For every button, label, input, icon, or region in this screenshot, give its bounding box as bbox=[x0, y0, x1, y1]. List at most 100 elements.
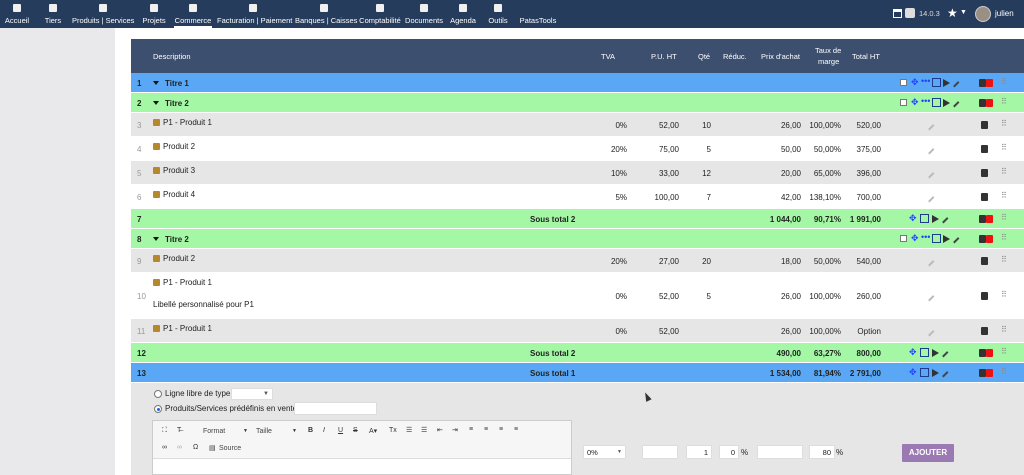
source-button[interactable]: Source bbox=[219, 445, 241, 452]
edit-pencil-icon[interactable] bbox=[924, 291, 935, 302]
drag-grip-icon[interactable]: ⠿ bbox=[1001, 325, 1007, 334]
delete-trash-icon[interactable] bbox=[981, 292, 988, 300]
play-icon[interactable] bbox=[932, 369, 939, 377]
table-row[interactable]: 7 Sous total 2 1 044,00 90,71% 1 991,00 … bbox=[131, 209, 1024, 229]
drag-grip-icon[interactable]: ⠿ bbox=[1001, 367, 1007, 376]
margin-input[interactable]: 80 bbox=[809, 445, 835, 459]
drag-grip-icon[interactable]: ⠿ bbox=[1001, 167, 1007, 176]
move-icon[interactable]: ✥ bbox=[911, 77, 919, 88]
more-dots-icon[interactable]: ••• bbox=[921, 232, 930, 242]
table-row[interactable]: 11 P1 - Produit 1 0% 52,00 26,00 100,00%… bbox=[131, 319, 1024, 343]
edit-pencil-icon[interactable] bbox=[924, 168, 935, 179]
purchase-price-input[interactable] bbox=[757, 445, 803, 459]
menu-outils[interactable]: Outils bbox=[485, 0, 511, 28]
align-justify-icon[interactable]: ≡ bbox=[514, 426, 518, 433]
delete-trash-icon[interactable] bbox=[979, 235, 986, 243]
delete-all-trash-icon[interactable] bbox=[986, 99, 993, 107]
unit-price-input[interactable] bbox=[642, 445, 678, 459]
edit-pencil-icon[interactable] bbox=[924, 144, 935, 155]
edit-pencil-icon[interactable] bbox=[924, 326, 935, 337]
edit-pencil-icon[interactable] bbox=[938, 213, 949, 224]
format-dropdown[interactable]: Format bbox=[203, 428, 225, 435]
move-icon[interactable]: ✥ bbox=[911, 97, 919, 108]
square-icon[interactable] bbox=[920, 368, 929, 377]
align-center-icon[interactable]: ≡ bbox=[484, 426, 488, 433]
edit-pencil-icon[interactable] bbox=[938, 367, 949, 378]
remove-format-icon[interactable]: T̶ bbox=[177, 427, 181, 434]
unlink-icon[interactable]: ∞ bbox=[177, 444, 182, 451]
move-icon[interactable]: ✥ bbox=[909, 213, 917, 224]
description-editor[interactable]: ⛶ T̶ Format ▼ Taille ▼ B I U S A▾ Tx ☰ ☰… bbox=[152, 420, 572, 475]
edit-pencil-icon[interactable] bbox=[938, 347, 949, 358]
add-button[interactable]: AJOUTER bbox=[902, 444, 954, 462]
delete-trash-icon[interactable] bbox=[981, 169, 988, 177]
drag-grip-icon[interactable]: ⠿ bbox=[1001, 290, 1007, 299]
edit-pencil-icon[interactable] bbox=[949, 97, 960, 108]
drag-grip-icon[interactable]: ⠿ bbox=[1001, 77, 1007, 86]
radio-free-line[interactable] bbox=[154, 390, 162, 398]
avatar[interactable] bbox=[975, 6, 991, 22]
bookmark-star-icon[interactable]: ★ bbox=[947, 6, 958, 20]
free-line-type-select[interactable]: ▼ bbox=[231, 388, 273, 400]
table-row[interactable]: 1 Titre 1 ✥ ••• ⠿ bbox=[131, 73, 1024, 93]
delete-trash-icon[interactable] bbox=[981, 257, 988, 265]
source-icon[interactable]: ▤ bbox=[209, 444, 216, 452]
menu-documents[interactable]: Documents bbox=[405, 0, 443, 28]
align-right-icon[interactable]: ≡ bbox=[499, 426, 503, 433]
tva-select[interactable]: 0% ▼ bbox=[583, 445, 626, 459]
table-row[interactable]: 4 Produit 2 20% 75,00 5 50,00 50,00% 375… bbox=[131, 137, 1024, 161]
move-icon[interactable]: ✥ bbox=[909, 347, 917, 358]
edit-pencil-icon[interactable] bbox=[924, 120, 935, 131]
maximize-icon[interactable]: ⛶ bbox=[162, 427, 167, 435]
indent-icon[interactable]: ⇥ bbox=[452, 426, 458, 434]
drag-grip-icon[interactable]: ⠿ bbox=[1001, 255, 1007, 264]
delete-all-trash-icon[interactable] bbox=[986, 215, 993, 223]
edit-pencil-icon[interactable] bbox=[949, 233, 960, 244]
delete-all-trash-icon[interactable] bbox=[986, 79, 993, 87]
square-icon[interactable] bbox=[932, 234, 941, 243]
square-icon[interactable] bbox=[920, 214, 929, 223]
drag-grip-icon[interactable]: ⠿ bbox=[1001, 191, 1007, 200]
delete-all-trash-icon[interactable] bbox=[986, 349, 993, 357]
align-left-icon[interactable]: ≡ bbox=[469, 426, 473, 433]
size-dropdown[interactable]: Taille bbox=[256, 428, 272, 435]
delete-trash-icon[interactable] bbox=[981, 121, 988, 129]
delete-trash-icon[interactable] bbox=[979, 349, 986, 357]
square-icon[interactable] bbox=[920, 348, 929, 357]
drag-grip-icon[interactable]: ⠿ bbox=[1001, 233, 1007, 242]
delete-all-trash-icon[interactable] bbox=[986, 369, 993, 377]
square-icon[interactable] bbox=[932, 98, 941, 107]
username[interactable]: julien bbox=[995, 9, 1014, 18]
table-row[interactable]: 8 Titre 2 ✥ ••• ⠿ bbox=[131, 229, 1024, 249]
play-icon[interactable] bbox=[932, 349, 939, 357]
move-icon[interactable]: ✥ bbox=[909, 367, 917, 378]
square-icon[interactable] bbox=[932, 78, 941, 87]
bullet-list-icon[interactable]: ☰ bbox=[421, 426, 427, 434]
discount-input[interactable]: 0 bbox=[719, 445, 739, 459]
italic-icon[interactable]: I bbox=[323, 427, 325, 434]
table-row[interactable]: 3 P1 - Produit 1 0% 52,00 10 26,00 100,0… bbox=[131, 113, 1024, 137]
menu-produits-services[interactable]: Produits | Services bbox=[72, 0, 134, 28]
table-row[interactable]: 2 Titre 2 ✥ ••• ⠿ bbox=[131, 93, 1024, 113]
underline-icon[interactable]: U bbox=[338, 427, 343, 434]
play-icon[interactable] bbox=[932, 215, 939, 223]
product-search-input[interactable] bbox=[294, 402, 377, 415]
play-icon[interactable] bbox=[943, 99, 950, 107]
caret-down-icon[interactable] bbox=[153, 81, 159, 85]
menu-patastools[interactable]: PatasTools bbox=[518, 0, 558, 28]
table-row[interactable]: 12 Sous total 2 490,00 63,27% 800,00 ✥ ⠿ bbox=[131, 343, 1024, 363]
menu-banques-caisses[interactable]: Banques | Caisses bbox=[295, 0, 357, 28]
drag-grip-icon[interactable]: ⠿ bbox=[1001, 213, 1007, 222]
select-checkbox[interactable] bbox=[900, 99, 907, 106]
select-checkbox[interactable] bbox=[900, 79, 907, 86]
delete-trash-icon[interactable] bbox=[981, 145, 988, 153]
more-dots-icon[interactable]: ••• bbox=[921, 76, 930, 86]
outdent-icon[interactable]: ⇤ bbox=[437, 426, 443, 434]
numbered-list-icon[interactable]: ☰ bbox=[406, 426, 412, 434]
strike-icon[interactable]: S bbox=[353, 427, 358, 434]
chevron-down-icon[interactable]: ▼ bbox=[960, 9, 967, 16]
delete-trash-icon[interactable] bbox=[981, 193, 988, 201]
printer-icon[interactable] bbox=[893, 9, 902, 18]
table-row[interactable]: 10 P1 - Produit 1 Libellé personnalisé p… bbox=[131, 273, 1024, 319]
caret-down-icon[interactable] bbox=[153, 237, 159, 241]
